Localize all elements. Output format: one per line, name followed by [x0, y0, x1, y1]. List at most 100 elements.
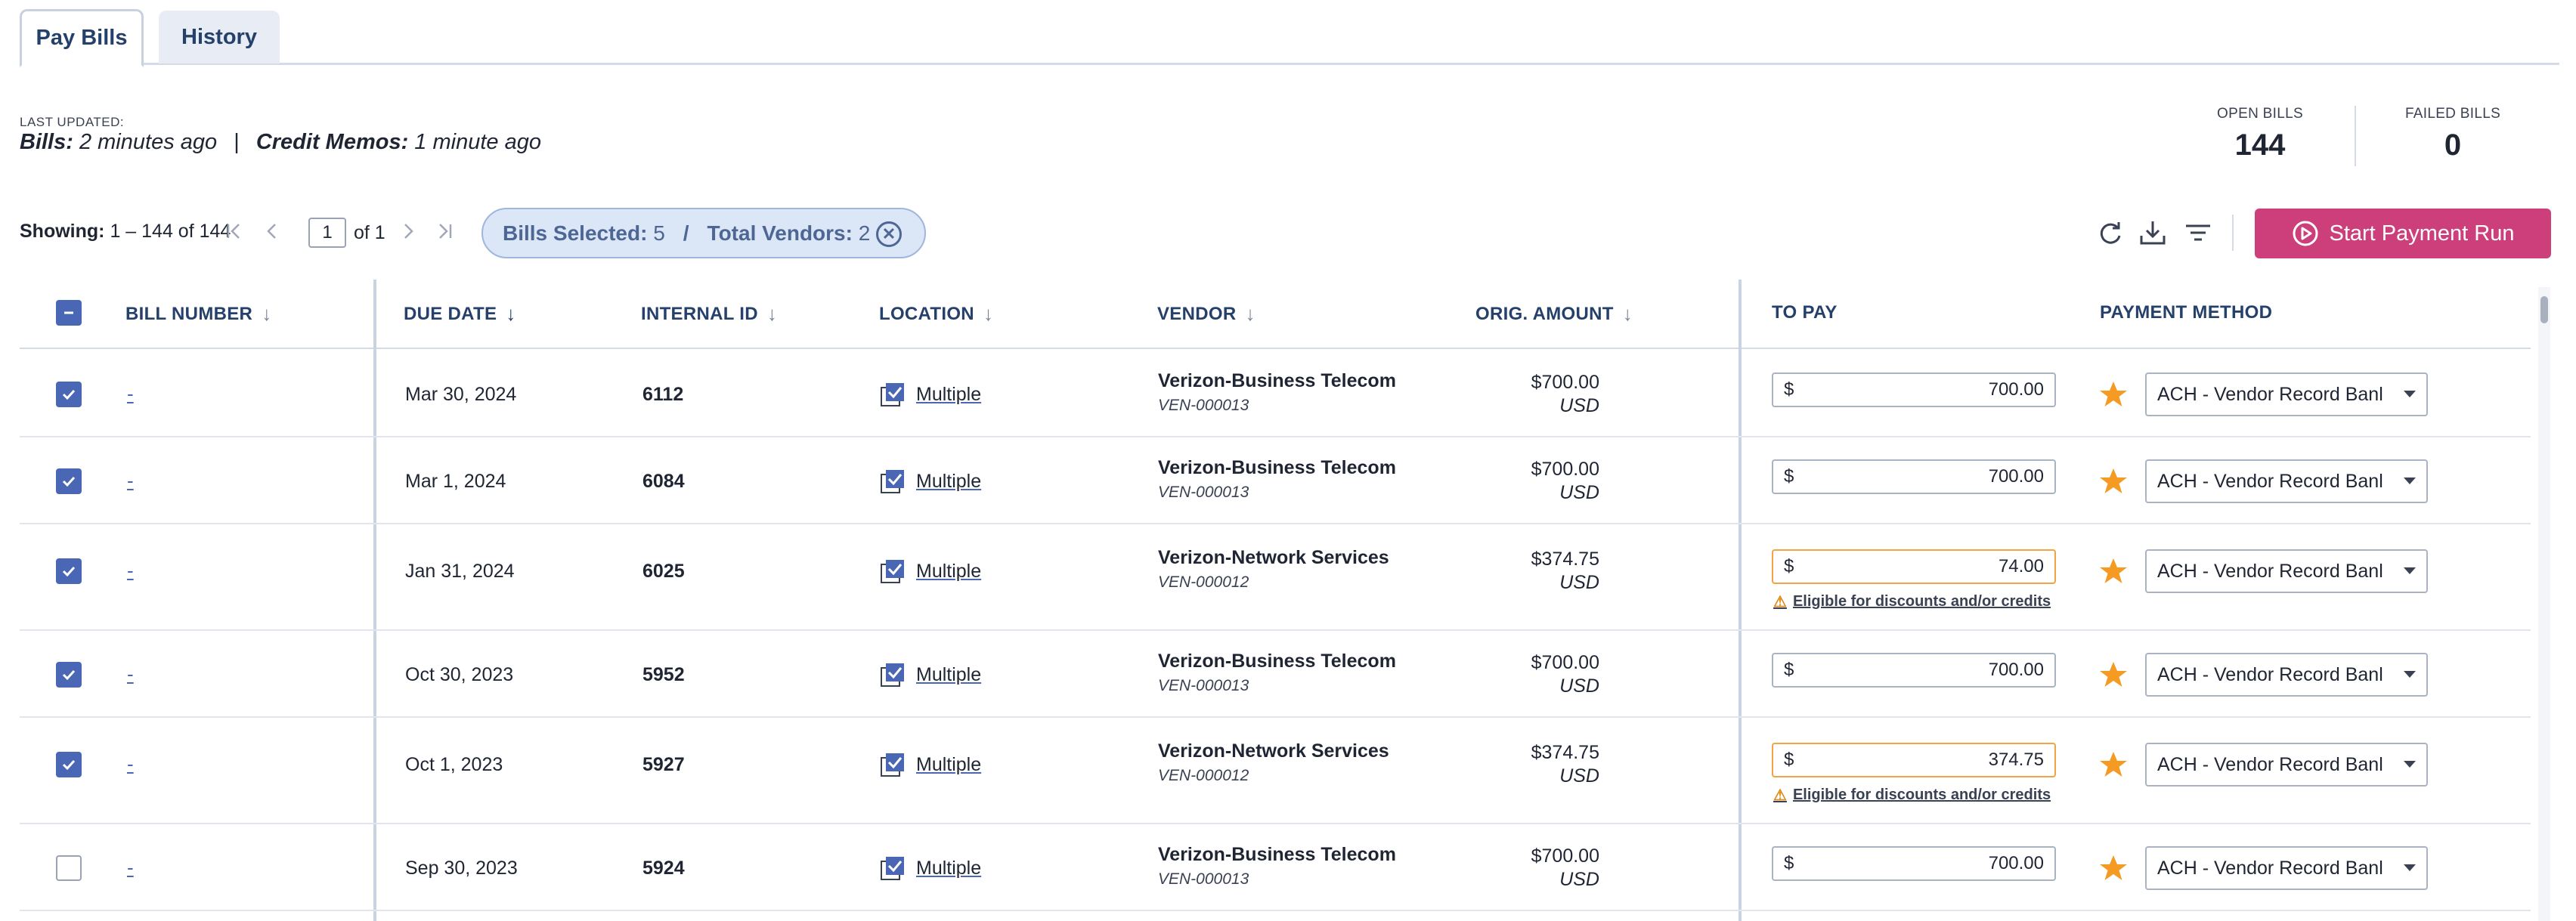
bill-number-link[interactable]: -	[127, 382, 134, 406]
due-date: Mar 30, 2024	[405, 384, 517, 405]
sort-arrow-icon: ↓	[506, 302, 516, 325]
to-pay-input[interactable]: $ 374.75	[1772, 743, 2056, 777]
vendor-cell: Verizon-Business Telecom VEN-000013	[1158, 370, 1396, 415]
location-link[interactable]: Multiple	[916, 858, 981, 879]
internal-id: 6084	[642, 471, 685, 492]
last-page-icon[interactable]	[429, 216, 460, 246]
failed-bills-stat: FAILED BILLS 0	[2404, 106, 2502, 162]
row-checkbox[interactable]	[56, 468, 82, 494]
tab-history[interactable]: History	[159, 11, 280, 63]
star-icon[interactable]	[2098, 749, 2129, 780]
location-link[interactable]: Multiple	[916, 384, 981, 406]
location-link[interactable]: Multiple	[916, 754, 981, 776]
orig-amount-currency: USD	[1559, 395, 1599, 416]
tab-pay-bills[interactable]: Pay Bills	[20, 9, 144, 67]
to-pay-input[interactable]: $ 700.00	[1772, 653, 2056, 688]
row-checkbox[interactable]	[56, 662, 82, 688]
showing-info: Showing: 1 – 144 of 144	[20, 221, 231, 243]
header-internal-id[interactable]: INTERNAL ID ↓	[641, 302, 777, 326]
discount-text: Eligible for discounts and/or credits	[1792, 787, 2051, 803]
discount-eligible-link[interactable]: ⚠ Eligible for discounts and/or credits	[1773, 592, 2051, 611]
to-pay-input[interactable]: $ 700.00	[1772, 459, 2056, 494]
star-icon[interactable]	[2098, 379, 2129, 410]
select-all-checkbox[interactable]	[56, 300, 82, 326]
orig-amount-value: $700.00	[1531, 372, 1599, 393]
stats-divider	[2355, 106, 2356, 166]
clear-selection-icon[interactable]: ✕	[876, 221, 902, 247]
sort-arrow-icon: ↓	[262, 302, 272, 325]
row-checkbox[interactable]	[56, 855, 82, 881]
next-page-icon[interactable]	[393, 216, 423, 246]
header-internal-id-label: INTERNAL ID	[641, 303, 758, 324]
bill-number-link[interactable]: -	[127, 856, 134, 879]
orig-amount: $700.00 USD	[1486, 459, 1599, 504]
star-icon[interactable]	[2098, 853, 2129, 883]
to-pay-value: 700.00	[1988, 853, 2044, 873]
last-updated-info: Bills: 2 minutes ago | Credit Memos: 1 m…	[20, 130, 541, 155]
header-vendor[interactable]: VENDOR ↓	[1157, 302, 1255, 326]
to-pay-input[interactable]: $ 700.00	[1772, 846, 2056, 881]
scrollbar-thumb[interactable]	[2540, 296, 2548, 323]
start-payment-run-button[interactable]: Start Payment Run	[2255, 209, 2551, 258]
table-row: - Sep 30, 2023 5924 Multiple Verizon-Bus…	[20, 824, 2531, 911]
due-date: Jan 31, 2024	[405, 561, 515, 582]
discount-eligible-link[interactable]: ⚠ Eligible for discounts and/or credits	[1773, 786, 2051, 805]
location-link[interactable]: Multiple	[916, 664, 981, 686]
internal-id: 5927	[642, 754, 685, 775]
bill-number-link[interactable]: -	[127, 663, 134, 686]
orig-amount-currency: USD	[1559, 765, 1599, 787]
vendor-cell: Verizon-Network Services VEN-000012	[1158, 740, 1389, 785]
location-link[interactable]: Multiple	[916, 471, 981, 493]
star-icon[interactable]	[2098, 556, 2129, 586]
play-circle-icon	[2293, 221, 2317, 246]
first-page-icon[interactable]	[219, 216, 249, 246]
row-checkbox[interactable]	[56, 752, 82, 777]
to-pay-value: 374.75	[1988, 749, 2044, 770]
bill-number-link[interactable]: -	[127, 753, 134, 776]
header-payment-method-label: PAYMENT METHOD	[2100, 302, 2273, 323]
row-checkbox[interactable]	[56, 558, 82, 584]
bills-updated-key: Bills:	[20, 130, 73, 154]
header-due-date[interactable]: DUE DATE ↓	[404, 302, 516, 326]
payment-method-select[interactable]: ACH - Vendor Record Banl	[2145, 743, 2428, 787]
payment-method-select[interactable]: ACH - Vendor Record Banl	[2145, 549, 2428, 593]
header-vendor-label: VENDOR	[1157, 303, 1237, 324]
payment-method-select[interactable]: ACH - Vendor Record Banl	[2145, 372, 2428, 416]
star-icon[interactable]	[2098, 660, 2129, 690]
vendor-id: VEN-000012	[1158, 767, 1249, 784]
page-number-input[interactable]	[308, 218, 346, 248]
table-scrollbar[interactable]	[2538, 287, 2550, 921]
header-orig-amount[interactable]: ORIG. AMOUNT ↓	[1475, 302, 1633, 326]
payment-method-select[interactable]: ACH - Vendor Record Banl	[2145, 653, 2428, 697]
table-row: - Jan 31, 2024 6025 Multiple Verizon-Net…	[20, 524, 2531, 631]
header-bill-number[interactable]: BILL NUMBER ↓	[125, 302, 272, 326]
location-link[interactable]: Multiple	[916, 561, 981, 583]
location-checkbox-icon	[881, 383, 904, 406]
warning-icon: ⚠	[1773, 594, 1787, 610]
chevron-down-icon	[2404, 391, 2416, 397]
currency-symbol: $	[1784, 379, 1794, 400]
prev-page-icon[interactable]	[257, 216, 287, 246]
chevron-down-icon	[2404, 477, 2416, 484]
to-pay-input[interactable]: $ 700.00	[1772, 372, 2056, 407]
pill-separator: /	[683, 221, 689, 245]
vendor-name: Verizon-Network Services	[1158, 740, 1389, 762]
updated-separator: |	[234, 130, 240, 154]
filter-icon[interactable]	[2183, 218, 2213, 248]
download-icon[interactable]	[2138, 218, 2168, 248]
to-pay-value: 700.00	[1988, 660, 2044, 680]
location-checkbox-icon	[881, 663, 904, 687]
bill-number-link[interactable]: -	[127, 469, 134, 493]
refresh-icon[interactable]	[2095, 218, 2126, 248]
bill-number-link[interactable]: -	[127, 559, 134, 583]
row-checkbox[interactable]	[56, 382, 82, 407]
to-pay-input[interactable]: $ 74.00	[1772, 549, 2056, 584]
payment-method-select[interactable]: ACH - Vendor Record Banl	[2145, 846, 2428, 890]
payment-method-select[interactable]: ACH - Vendor Record Banl	[2145, 459, 2428, 503]
header-location[interactable]: LOCATION ↓	[879, 302, 993, 326]
star-icon[interactable]	[2098, 466, 2129, 496]
vendor-id: VEN-000013	[1158, 484, 1249, 501]
currency-symbol: $	[1784, 660, 1794, 680]
showing-range: 1 – 144 of 144	[110, 221, 231, 242]
currency-symbol: $	[1784, 466, 1794, 487]
